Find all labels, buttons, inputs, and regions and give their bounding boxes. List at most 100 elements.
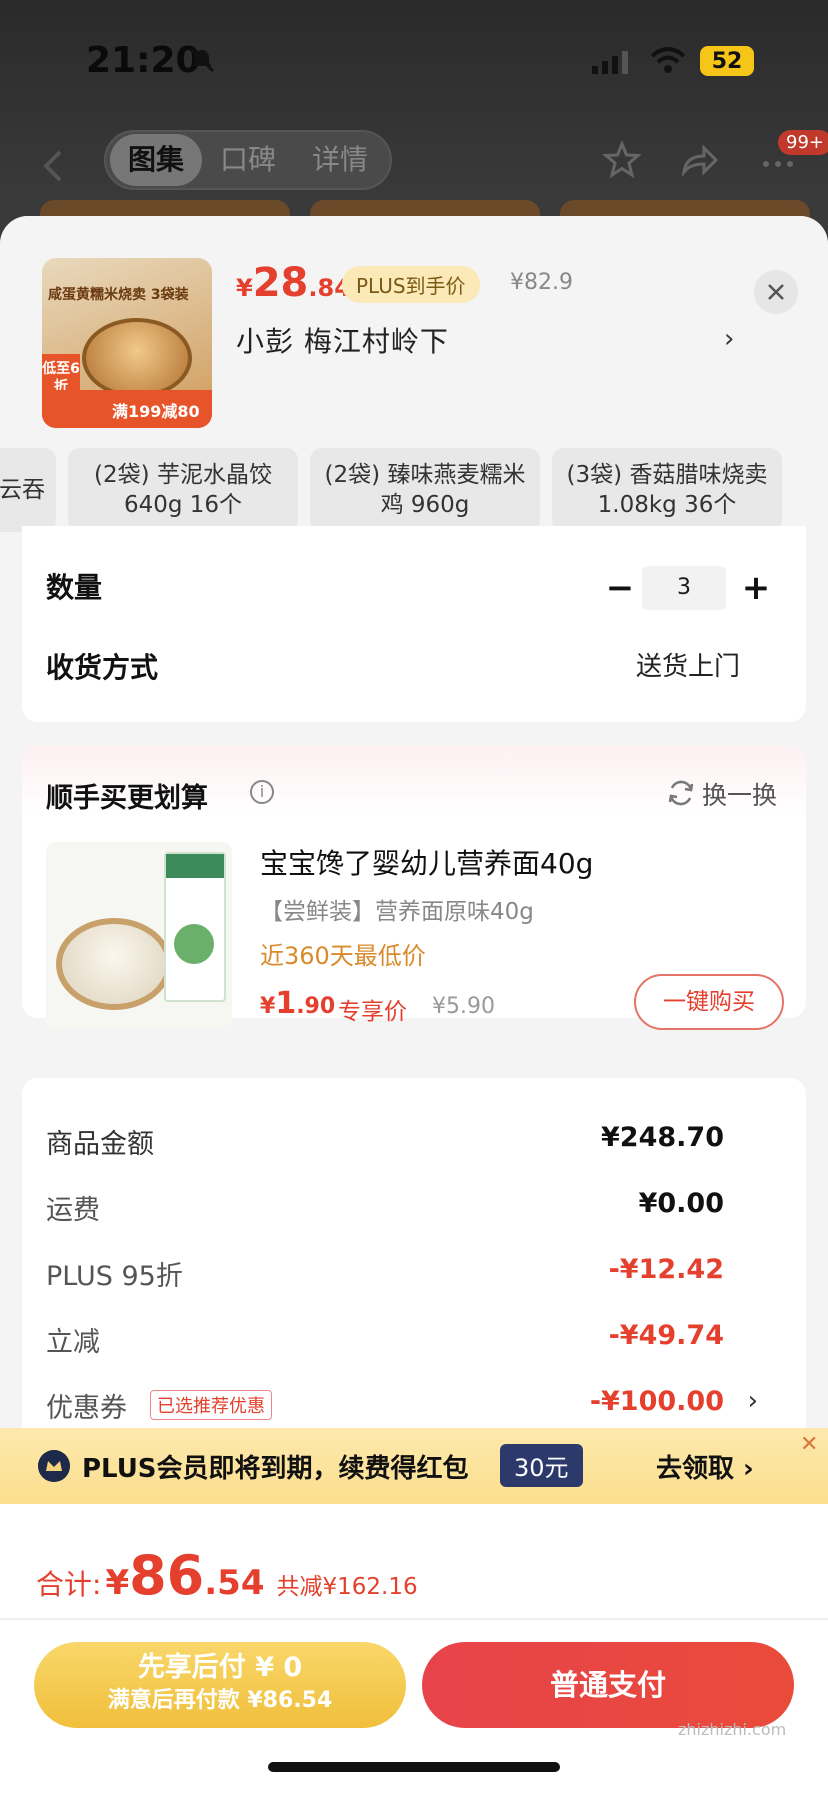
standard-pay-button[interactable]: 普通支付 — [422, 1642, 794, 1728]
delivery-address[interactable]: 小彭 梅江村岭下 — [236, 320, 449, 360]
one-click-buy-button[interactable]: 一键购买 — [634, 974, 784, 1030]
variant-label: 鸡 960g — [380, 492, 470, 518]
summary-row: PLUS 95折 -¥12.42 — [46, 1254, 782, 1294]
total-currency: ¥ — [105, 1563, 130, 1603]
info-icon[interactable]: i — [250, 780, 274, 804]
variant-option[interactable]: (3袋) 香菇腊味烧卖 1.08kg 36个 — [552, 448, 782, 532]
addon-price-currency: ¥ — [260, 994, 276, 1019]
total-decimal: .54 — [204, 1563, 265, 1603]
wifi-icon — [650, 47, 686, 73]
star-icon[interactable] — [602, 140, 642, 180]
plus-renewal-banner[interactable]: PLUS会员即将到期，续费得红包 30元 去领取 › ✕ — [0, 1428, 828, 1504]
quantity-increment-button[interactable]: + — [738, 570, 774, 606]
signal-icon — [592, 51, 628, 74]
share-icon[interactable] — [678, 140, 718, 180]
battery-indicator: 52 — [700, 46, 754, 76]
plus-claim-button[interactable]: 去领取 › — [656, 1448, 754, 1485]
summary-label: 商品金额 — [46, 1129, 154, 1160]
checkout-bottom-bar: 合计: ¥ 86 .54 共减¥162.16 先享后付 ¥ 0 满意后再付款 ¥… — [0, 1504, 828, 1796]
tab-details[interactable]: 详情 — [294, 134, 386, 186]
variant-label: (3袋) 香菇腊味烧卖 — [566, 462, 768, 488]
noodle-bowl-image — [56, 918, 172, 1010]
order-total: 合计: ¥ 86 .54 共减¥162.16 — [36, 1544, 418, 1607]
package-image — [164, 852, 226, 1002]
status-time: 21:20 — [86, 40, 201, 81]
addon-lowest-price-tag: 近360天最低价 — [260, 942, 426, 970]
original-price: ¥82.9 — [510, 270, 573, 295]
delivery-method-label: 收货方式 — [46, 651, 159, 684]
thumb-title: 咸蛋黄糯米烧卖 3袋装 — [48, 287, 189, 303]
addon-product-name[interactable]: 宝宝馋了婴幼儿营养面40g — [260, 842, 593, 882]
refresh-icon[interactable] — [666, 778, 696, 808]
quantity-decrement-button[interactable]: − — [602, 570, 638, 606]
checkout-sheet: 咸蛋黄糯米烧卖 3袋装 低至6折 满199减80 ¥ 28 .84 PLUS到手… — [0, 216, 828, 1796]
variant-label: 云吞 — [0, 477, 45, 503]
variant-label: (2袋) 臻味燕麦糯米 — [324, 462, 526, 488]
tab-group: 图集 口碑 详情 — [104, 130, 392, 190]
coupon-chip: 已选推荐优惠 — [150, 1390, 272, 1420]
notification-badge: 99+ — [778, 130, 828, 155]
summary-value: -¥12.42 — [608, 1254, 724, 1285]
summary-label: 运费 — [46, 1195, 100, 1226]
addon-original-price: ¥5.90 — [432, 994, 495, 1019]
summary-value: -¥100.00 — [589, 1386, 724, 1417]
addon-product-image[interactable] — [46, 842, 232, 1028]
steamer-image — [82, 318, 192, 398]
plus-banner-text: PLUS会员即将到期，续费得红包 — [82, 1454, 469, 1484]
summary-label: 优惠券 — [46, 1393, 127, 1424]
sheet-header: 咸蛋黄糯米烧卖 3袋装 低至6折 满199减80 ¥ 28 .84 PLUS到手… — [0, 216, 828, 428]
tab-reviews[interactable]: 口碑 — [202, 134, 294, 186]
close-button[interactable] — [754, 270, 798, 314]
variant-option[interactable]: 云吞 — [0, 448, 56, 532]
total-integer: 86 — [129, 1544, 205, 1607]
addon-recommendation-card: 顺手买更划算 i 换一换 宝宝馋了婴幼儿营养面40g 【尝鲜装】营养面原味40g… — [22, 746, 806, 1030]
pay-later-subtitle: 满意后再付款 ¥86.54 — [107, 1688, 333, 1713]
refresh-button[interactable]: 换一换 — [702, 776, 777, 812]
thumb-promo: 满199减80 — [112, 402, 200, 421]
variant-list: 云吞 (2袋) 芋泥水晶饺 640g 16个 (2袋) 臻味燕麦糯米鸡 960g … — [0, 448, 828, 532]
variant-option[interactable]: (2袋) 芋泥水晶饺 640g 16个 — [68, 448, 298, 532]
variant-label: 1.08kg 36个 — [597, 492, 737, 518]
quantity-input[interactable]: 3 — [642, 566, 726, 610]
watermark: zhizhizhi.com — [678, 1720, 787, 1739]
addon-price-integer: 1 — [275, 986, 297, 1021]
product-thumbnail[interactable]: 咸蛋黄糯米烧卖 3袋装 低至6折 满199减80 — [42, 258, 212, 428]
variant-label: 640g 16个 — [123, 492, 243, 518]
delivery-method-value[interactable]: 送货上门 — [636, 646, 740, 683]
price-integer: 28 — [252, 260, 309, 306]
variant-label: (2袋) 芋泥水晶饺 — [94, 462, 272, 488]
home-indicator[interactable] — [268, 1762, 560, 1772]
chevron-right-icon[interactable]: › — [748, 1386, 758, 1416]
quantity-card: 数量 − 3 + 收货方式 送货上门 — [22, 526, 806, 722]
close-icon[interactable]: ✕ — [800, 1432, 818, 1457]
bell-muted-icon — [189, 47, 215, 73]
summary-label: 立减 — [46, 1327, 100, 1358]
divider — [0, 1618, 828, 1620]
plus-price: ¥ 28 .84 — [236, 260, 351, 310]
total-label: 合计: — [36, 1568, 102, 1601]
pay-later-button[interactable]: 先享后付 ¥ 0 满意后再付款 ¥86.54 — [34, 1642, 406, 1728]
coupon-row[interactable]: 优惠券 已选推荐优惠 -¥100.00 › — [46, 1386, 782, 1426]
variant-option[interactable]: (2袋) 臻味燕麦糯米鸡 960g — [310, 448, 540, 532]
total-savings: 共减¥162.16 — [276, 1574, 418, 1600]
summary-label: PLUS 95折 — [46, 1261, 183, 1292]
chevron-right-icon[interactable]: › — [724, 324, 734, 354]
summary-row: 运费 ¥0.00 — [46, 1188, 782, 1228]
tab-gallery[interactable]: 图集 — [110, 134, 202, 186]
back-icon[interactable] — [38, 146, 68, 186]
addon-exclusive-label: 专享价 — [338, 999, 407, 1025]
quantity-label: 数量 — [46, 571, 103, 604]
plus-crown-icon — [38, 1450, 70, 1482]
summary-value: ¥0.00 — [638, 1188, 724, 1219]
addon-title: 顺手买更划算 — [46, 783, 208, 814]
addon-price: ¥ 1 .90 — [260, 986, 335, 1021]
price-currency: ¥ — [236, 274, 253, 302]
package-top — [166, 854, 224, 878]
summary-value: ¥248.70 — [601, 1122, 724, 1153]
addon-price-decimal: .90 — [296, 994, 336, 1019]
status-bar: 21:20 52 — [0, 0, 828, 120]
package-mascot — [174, 924, 214, 964]
summary-value: -¥49.74 — [608, 1320, 724, 1351]
summary-row: 立减 -¥49.74 — [46, 1320, 782, 1360]
top-nav: 图集 口碑 详情 99+ — [0, 130, 828, 210]
